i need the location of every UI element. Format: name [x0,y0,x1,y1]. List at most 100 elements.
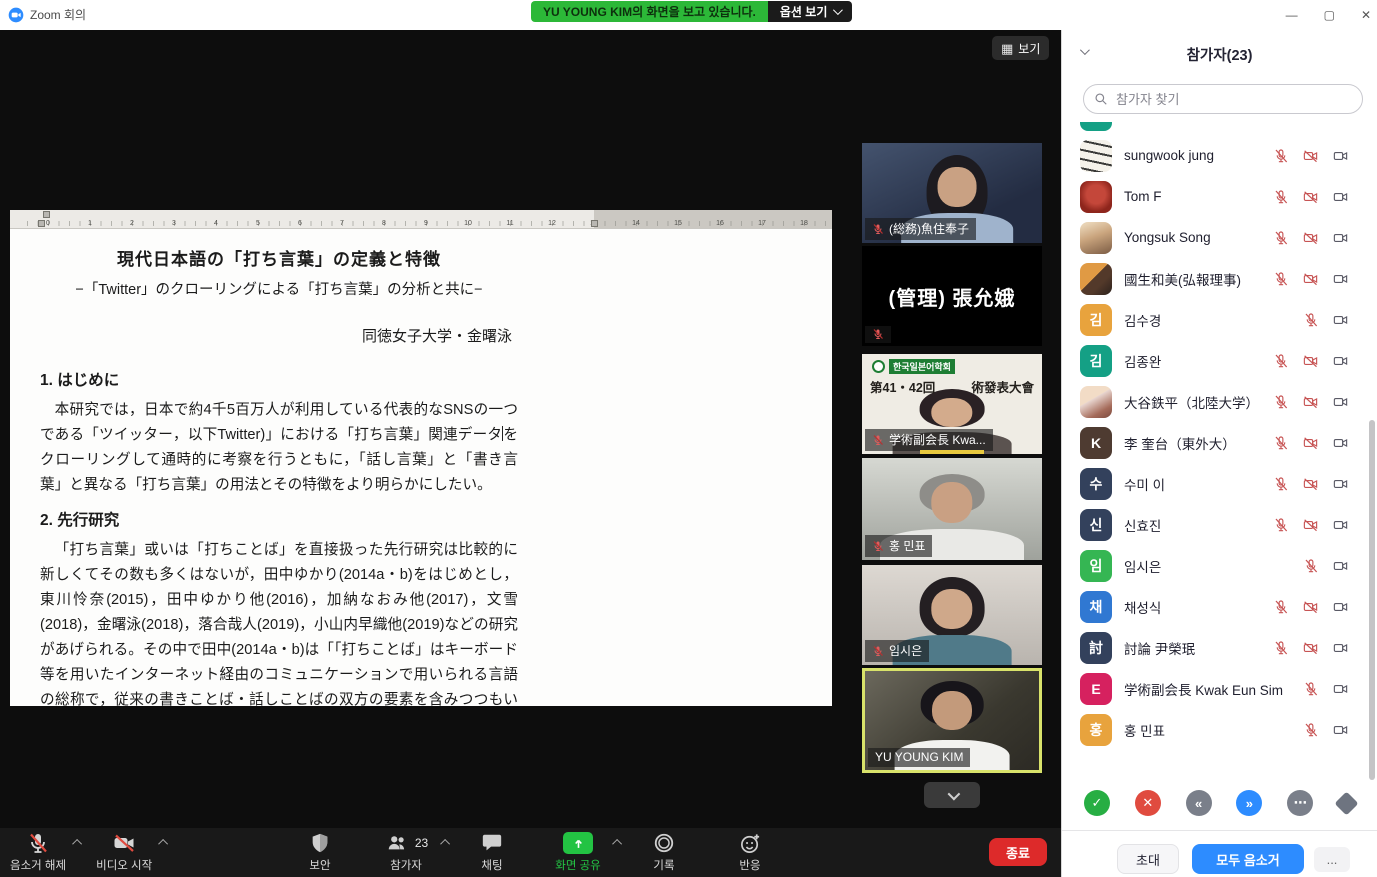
video-tile-lim[interactable]: 임시은 [862,565,1042,665]
chevron-down-icon [833,5,843,15]
close-button[interactable]: ✕ [1361,8,1371,22]
participant-row[interactable]: K 李 奎台（東外大） [1062,422,1367,463]
chevron-up-icon[interactable] [158,839,168,849]
camera-on-icon [1332,271,1349,287]
participant-status-icons [1273,353,1349,369]
maximize-button[interactable]: ▢ [1324,8,1335,22]
chevron-up-icon[interactable] [440,839,450,849]
participant-status-icons [1273,599,1349,615]
participant-row[interactable]: 大谷鉄平（北陸大学） [1062,381,1367,422]
avatar-initial: 임 [1090,556,1103,576]
participant-row[interactable]: 김 김종완 [1062,340,1367,381]
video-tile-jang[interactable]: (管理) 張允娥 [862,246,1042,346]
camera-on-icon [1332,435,1349,451]
chevron-up-icon[interactable] [72,839,82,849]
participant-status-icons [1273,476,1349,492]
margin-marker-right[interactable] [591,220,598,227]
camera-off-icon [1302,189,1319,205]
participant-row[interactable]: 國生和美(弘報理事) [1062,258,1367,299]
video-tile-kwak[interactable]: 한국일본어학회 第41・42回術發表大會 学術副会長 Kwa... [862,354,1042,454]
video-tile-hong[interactable]: 홍 민표 [862,458,1042,560]
panel-more-button[interactable]: ... [1314,847,1350,872]
camera-on-icon [1332,722,1349,738]
camera-off-icon [1302,148,1319,164]
ruler-number: 12 [531,220,573,227]
mic-muted-icon [1273,353,1289,369]
security-button[interactable]: 보안 [292,831,348,873]
no-feedback-button[interactable]: ✕ [1135,790,1161,816]
participant-name: 大谷鉄平（北陸大学） [1124,392,1259,412]
participant-row[interactable]: 임 임시은 [1062,545,1367,586]
margin-marker-left[interactable] [38,220,45,227]
view-mode-button[interactable]: ▦ 보기 [992,36,1049,60]
share-screen-button[interactable]: 화면 공유 [550,831,606,873]
ruler-number: 9 [405,220,447,227]
mic-muted-icon [872,540,884,552]
participants-button[interactable]: 23 참가자 [378,831,434,873]
panel-scrollbar[interactable] [1369,420,1375,780]
participant-row[interactable]: 수 수미 이 [1062,463,1367,504]
search-input[interactable] [1114,91,1352,108]
camera-off-icon [1302,517,1319,533]
reactions-button[interactable]: 반응 [722,831,778,873]
invite-button[interactable]: 초대 [1117,844,1179,874]
ruler-number: 3 [153,220,195,227]
camera-on-icon [1332,517,1349,533]
chat-button[interactable]: 채팅 [464,831,520,873]
camera-on-icon [1332,558,1349,574]
video-tile-uozumi[interactable]: (総務)魚住奉子 [862,143,1042,243]
avatar-initial: 채 [1090,597,1103,617]
chevron-up-icon[interactable] [612,839,622,849]
yes-feedback-button[interactable]: ✓ [1084,790,1110,816]
video-mic-label [865,326,891,343]
chat-icon [481,832,503,854]
ruler-number: 7 [321,220,363,227]
record-button[interactable]: 기록 [636,831,692,873]
video-tile-yu-young-kim-active[interactable]: YU YOUNG KIM [862,668,1042,773]
camera-off-icon [1302,640,1319,656]
participant-row[interactable] [1062,122,1367,135]
document-subtitle: −「Twitter」のクローリングによる「打ち言葉」の分析と共に− [40,278,518,299]
ruler-number: 17 [741,220,783,227]
participant-row[interactable]: 신 신효진 [1062,504,1367,545]
mute-all-button[interactable]: 모두 음소거 [1192,844,1304,874]
end-meeting-button[interactable]: 종료 [989,838,1047,866]
unmute-button[interactable]: 음소거 해제 [10,831,66,873]
participant-row[interactable]: 김 김수경 [1062,299,1367,340]
mic-muted-icon [1273,476,1289,492]
participant-status-icons [1303,312,1349,328]
participant-row[interactable]: 討 討論 尹榮珉 [1062,627,1367,668]
view-options-button[interactable]: 옵션 보기 [768,1,853,22]
minimize-button[interactable]: — [1286,8,1298,22]
slower-feedback-button[interactable]: « [1186,790,1212,816]
participant-row[interactable]: E 学術副会長 Kwak Eun Sim [1062,668,1367,709]
participant-status-icons [1273,271,1349,287]
collapse-video-strip-button[interactable] [924,782,980,808]
participant-status-icons [1303,681,1349,697]
clear-feedback-icon[interactable] [1334,791,1358,815]
more-feedback-button[interactable]: ⋯ [1287,790,1313,816]
panel-divider [1062,830,1377,831]
camera-off-icon [1302,271,1319,287]
participant-row[interactable]: Yongsuk Song [1062,217,1367,258]
start-video-button[interactable]: 비디오 시작 [96,831,152,873]
mic-muted-icon [1273,435,1289,451]
camera-off-icon [1302,599,1319,615]
camera-on-icon [1332,122,1349,123]
camera-on-icon [1332,230,1349,246]
mic-muted-icon [1303,681,1319,697]
participant-search[interactable] [1083,84,1363,114]
participant-row[interactable]: 채 채성식 [1062,586,1367,627]
ruler-number: 14 [615,220,657,227]
participant-row[interactable]: Tom F [1062,176,1367,217]
participant-row[interactable]: sungwook jung [1062,135,1367,176]
participant-row[interactable]: 홍 홍 민표 [1062,709,1367,750]
faster-feedback-button[interactable]: » [1236,790,1262,816]
indent-marker[interactable] [43,211,50,218]
association-banner: 한국일본어학회 [872,359,955,374]
camera-on-icon [1332,353,1349,369]
mic-muted-icon [1273,517,1289,533]
section-1-paragraph: 本研究では，日本で約4千5百万人が利用している代表的なSNSの一つである「ツイッ… [40,398,518,498]
video-off-icon [111,831,137,855]
conference-banner-line: 第41・42回術發表大會 [862,377,1042,396]
